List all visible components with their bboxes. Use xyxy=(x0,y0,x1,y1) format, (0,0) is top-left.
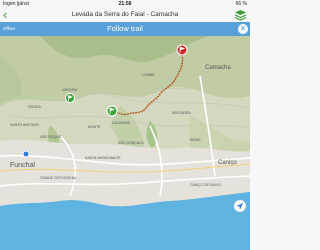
clock: 21:58 xyxy=(118,1,132,7)
current-location-icon xyxy=(22,150,30,158)
label-sao-roque: SÃO ROQUE xyxy=(40,134,62,139)
close-icon[interactable]: × xyxy=(238,24,248,34)
label-canico-baixo: CANIÇO DE BAIXO xyxy=(190,183,221,187)
label-vargem: VARGEM xyxy=(62,88,77,92)
end-marker-icon xyxy=(176,44,188,56)
trail-map[interactable]: Camacha Funchal Caniço SANTA MARIA MAIOR… xyxy=(0,36,250,250)
layers-icon[interactable] xyxy=(234,9,247,21)
label-fadiga: FADIGA xyxy=(28,105,42,109)
label-eiras: EIRAS xyxy=(190,138,201,142)
follow-trail-label: Follow trail xyxy=(107,24,143,33)
page-title: Levada da Serra do Faial - Camacha xyxy=(71,11,179,18)
label-camacha: Camacha xyxy=(205,65,231,71)
label-nogueira: NOGUEIRA xyxy=(172,111,191,115)
nav-bar: ‹ Levada da Serra do Faial - Camacha xyxy=(0,8,250,23)
label-santo-antonio: SANTO ANTONIO xyxy=(10,123,39,127)
label-sao-goncalo: SÃO GONÇALO xyxy=(118,140,144,145)
label-santa-maria-maior: SANTA MARIA MAIOR xyxy=(85,156,121,160)
label-canico: Caniço xyxy=(218,160,237,166)
label-caldinha: CALDINHA xyxy=(112,121,130,125)
label-funchal: Funchal xyxy=(10,162,35,169)
locate-button[interactable] xyxy=(233,199,247,213)
follow-trail-bar[interactable]: Offset Follow trail × xyxy=(0,22,250,36)
label-lombo: LOMBO xyxy=(142,73,155,77)
status-bar: Ingen tjänst 21:58 66 % xyxy=(0,0,250,8)
battery-label: 66 % xyxy=(235,1,247,7)
label-cidade-do-funchal: CIDADE DO FUNCHAL xyxy=(40,176,77,180)
label-monte: MONTE xyxy=(88,125,101,129)
waypoint-marker-icon xyxy=(65,93,75,103)
start-marker-icon xyxy=(106,105,118,117)
